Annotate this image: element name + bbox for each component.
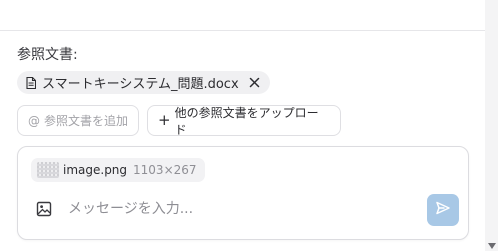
chat-panel: 参照文書: スマートキーシステム_問題.docx @ 参照文書を追加 + 他の参… xyxy=(0,0,498,251)
add-reference-button[interactable]: @ 参照文書を追加 xyxy=(17,105,139,136)
message-area xyxy=(0,0,485,31)
message-input[interactable] xyxy=(68,197,408,221)
upload-reference-button[interactable]: + 他の参照文書をアップロード xyxy=(147,105,341,137)
message-composer: image.png 1103×267 xyxy=(17,146,469,240)
attachment-name: image.png xyxy=(63,163,128,177)
attachment-size: 1103×267 xyxy=(133,163,197,177)
image-thumbnail xyxy=(37,162,59,178)
image-icon[interactable] xyxy=(36,201,52,217)
scroll-down-arrow-icon[interactable] xyxy=(488,243,496,249)
send-icon xyxy=(435,200,451,220)
close-icon[interactable] xyxy=(249,77,261,89)
references-label: 参照文書: xyxy=(17,47,78,63)
send-button[interactable] xyxy=(427,194,459,226)
at-icon: @ xyxy=(28,113,40,128)
attachment-chip[interactable]: image.png 1103×267 xyxy=(31,158,205,182)
reference-document-chip: スマートキーシステム_問題.docx xyxy=(17,71,270,94)
scrollbar[interactable] xyxy=(485,0,498,251)
document-icon xyxy=(26,76,36,89)
reference-document-name: スマートキーシステム_問題.docx xyxy=(42,77,239,92)
plus-icon: + xyxy=(158,111,171,129)
upload-reference-label: 他の参照文書をアップロード xyxy=(174,105,319,137)
add-reference-label: 参照文書を追加 xyxy=(44,114,129,128)
